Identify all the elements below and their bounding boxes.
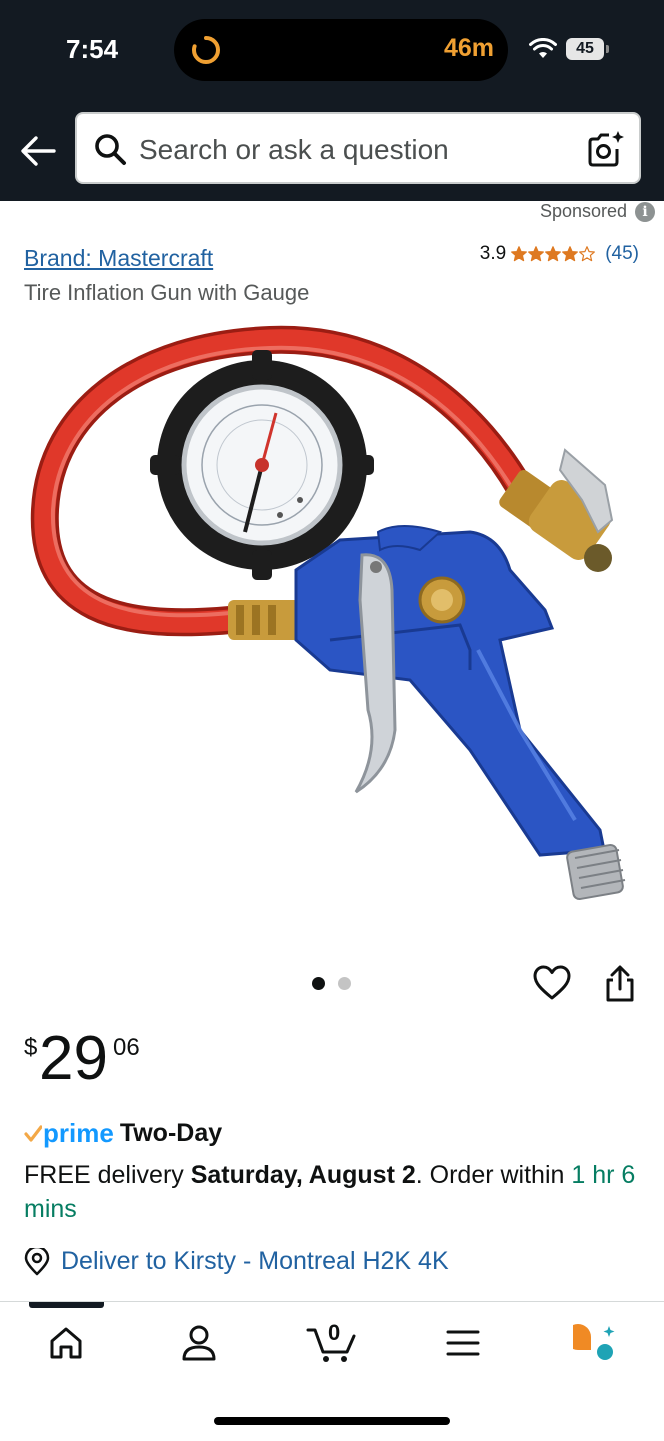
back-arrow-icon[interactable] — [20, 134, 56, 168]
sponsored-label: Sponsored — [540, 201, 628, 221]
carousel-dot[interactable] — [312, 977, 325, 990]
wifi-icon — [529, 38, 557, 58]
rating-value: 3.9 — [479, 243, 507, 264]
rating-stars — [511, 246, 596, 262]
delivery-prefix: FREE delivery — [24, 1161, 191, 1189]
info-icon[interactable]: i — [635, 202, 655, 222]
prime-badge: prime Two-Day — [24, 1118, 222, 1149]
prime-logo-text: prime — [43, 1118, 114, 1148]
status-time: 7:54 — [66, 34, 119, 64]
star-icon — [511, 246, 528, 262]
star-icon — [528, 246, 545, 262]
price-currency: $ — [24, 1034, 38, 1061]
activity-ring-icon — [192, 36, 220, 64]
rufus-assistant-icon[interactable] — [573, 1320, 619, 1366]
location-pin-icon — [24, 1247, 50, 1275]
search-input[interactable]: Search or ask a question — [139, 134, 449, 166]
search-icon — [95, 134, 126, 165]
star-icon — [562, 246, 579, 262]
cart-button[interactable]: 0 — [304, 1320, 360, 1366]
price-fraction: 06 — [113, 1034, 140, 1061]
menu-icon[interactable] — [440, 1320, 486, 1366]
star-icon — [579, 246, 596, 262]
heart-icon[interactable] — [533, 965, 571, 1001]
delivery-middle: . Order within — [415, 1161, 572, 1189]
cart-count: 0 — [328, 1320, 341, 1345]
tire-inflator-image[interactable] — [0, 310, 664, 960]
image-carousel-dots[interactable] — [312, 977, 351, 990]
camera-lens-icon[interactable] — [587, 130, 625, 168]
delivery-date: Saturday, August 2 — [190, 1161, 416, 1189]
prime-speed: Two-Day — [119, 1119, 223, 1147]
home-icon[interactable] — [43, 1320, 89, 1366]
deliver-to-link[interactable]: Deliver to Kirsty - Montreal H2K 4K — [61, 1247, 449, 1276]
home-indicator[interactable] — [214, 1417, 450, 1425]
dynamic-island[interactable]: 46m — [174, 19, 508, 81]
activity-timer: 46m — [443, 34, 494, 62]
brand-link[interactable]: Brand: Mastercraft — [24, 245, 213, 272]
deliver-to-location[interactable]: Deliver to Kirsty - Montreal H2K 4K — [24, 1247, 449, 1276]
carousel-dot[interactable] — [338, 977, 351, 990]
prime-check-icon — [24, 1124, 42, 1142]
star-icon — [545, 246, 562, 262]
share-icon[interactable] — [602, 965, 638, 1003]
battery-tip — [606, 45, 609, 53]
search-bar[interactable]: Search or ask a question — [75, 112, 641, 184]
product-title: Tire Inflation Gun with Gauge — [24, 280, 310, 305]
battery-indicator: 45 — [566, 38, 604, 60]
rating-count[interactable]: (45) — [605, 243, 639, 265]
rating-summary[interactable]: 3.9 (45) — [480, 243, 639, 265]
account-icon[interactable] — [176, 1320, 222, 1366]
price-whole: 29 — [39, 1024, 108, 1093]
delivery-message: FREE delivery Saturday, August 2. Order … — [24, 1158, 640, 1226]
active-tab-indicator — [29, 1302, 104, 1308]
